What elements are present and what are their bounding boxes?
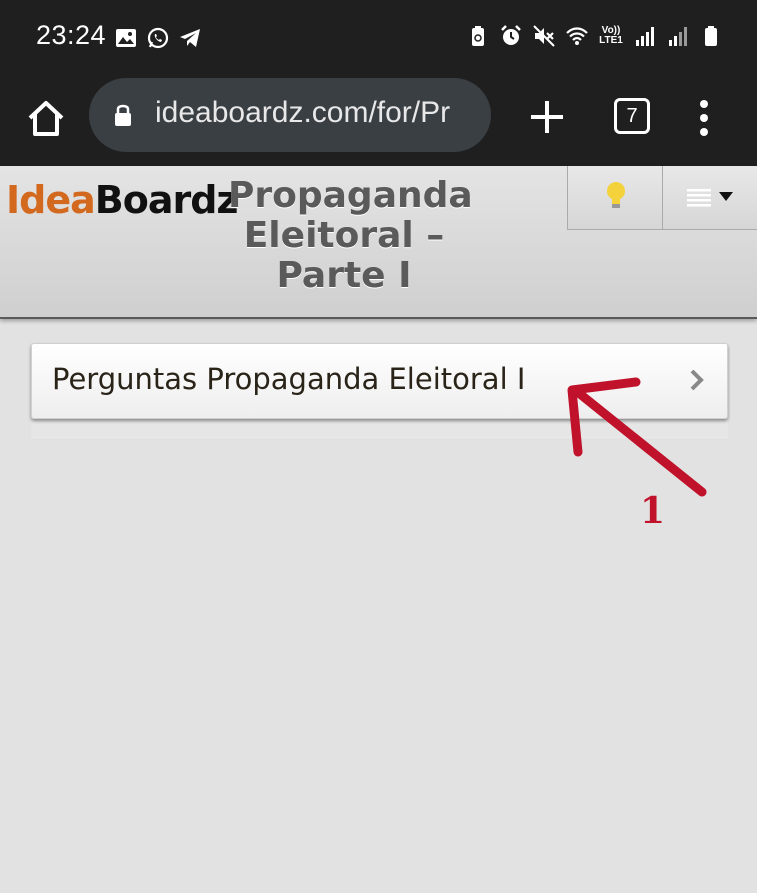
- lightbulb-icon: [607, 182, 625, 208]
- url-text[interactable]: ideaboardz.com/for/Pr: [155, 96, 450, 130]
- board-title: Propaganda Eleitoral – Parte I: [228, 175, 473, 296]
- app-header: IdeaBoardz Propaganda Eleitoral – Parte …: [0, 166, 757, 319]
- battery-saver-icon: [472, 26, 484, 46]
- battery-icon: [705, 26, 717, 46]
- more-options-icon[interactable]: [696, 98, 712, 138]
- status-left-icons: [114, 26, 202, 50]
- alarm-icon: [501, 25, 521, 45]
- ideas-button[interactable]: [567, 166, 664, 230]
- status-right-icons: Vo)) LTE1: [466, 24, 723, 48]
- tab-switcher-button[interactable]: 7: [614, 98, 650, 134]
- status-bar: 23:24 Vo)) LTE1: [0, 0, 757, 72]
- whatsapp-icon: [147, 27, 169, 49]
- annotation-number: 1: [640, 490, 666, 532]
- signal-icon: [636, 27, 654, 46]
- gallery-icon: [116, 29, 136, 47]
- ideaboardz-logo[interactable]: IdeaBoardz: [6, 178, 239, 222]
- annotation-arrow: [567, 377, 707, 497]
- address-bar[interactable]: ideaboardz.com/for/Pr: [89, 78, 491, 152]
- lock-icon: [115, 104, 131, 126]
- telegram-icon: [180, 29, 200, 47]
- wifi-icon: [566, 27, 588, 45]
- status-time: 23:24: [36, 20, 107, 50]
- new-tab-icon[interactable]: [528, 98, 566, 136]
- section-label: Perguntas Propaganda Eleitoral I: [52, 362, 526, 396]
- signal-icon: [669, 27, 687, 46]
- chevron-down-icon: [719, 192, 733, 201]
- mute-icon: [533, 25, 555, 47]
- home-icon[interactable]: [24, 96, 68, 140]
- volte-indicator: Vo)) LTE1: [599, 25, 623, 46]
- browser-toolbar: ideaboardz.com/for/Pr 7: [0, 72, 757, 166]
- view-menu-button[interactable]: [662, 166, 757, 230]
- list-menu-icon: [687, 189, 711, 207]
